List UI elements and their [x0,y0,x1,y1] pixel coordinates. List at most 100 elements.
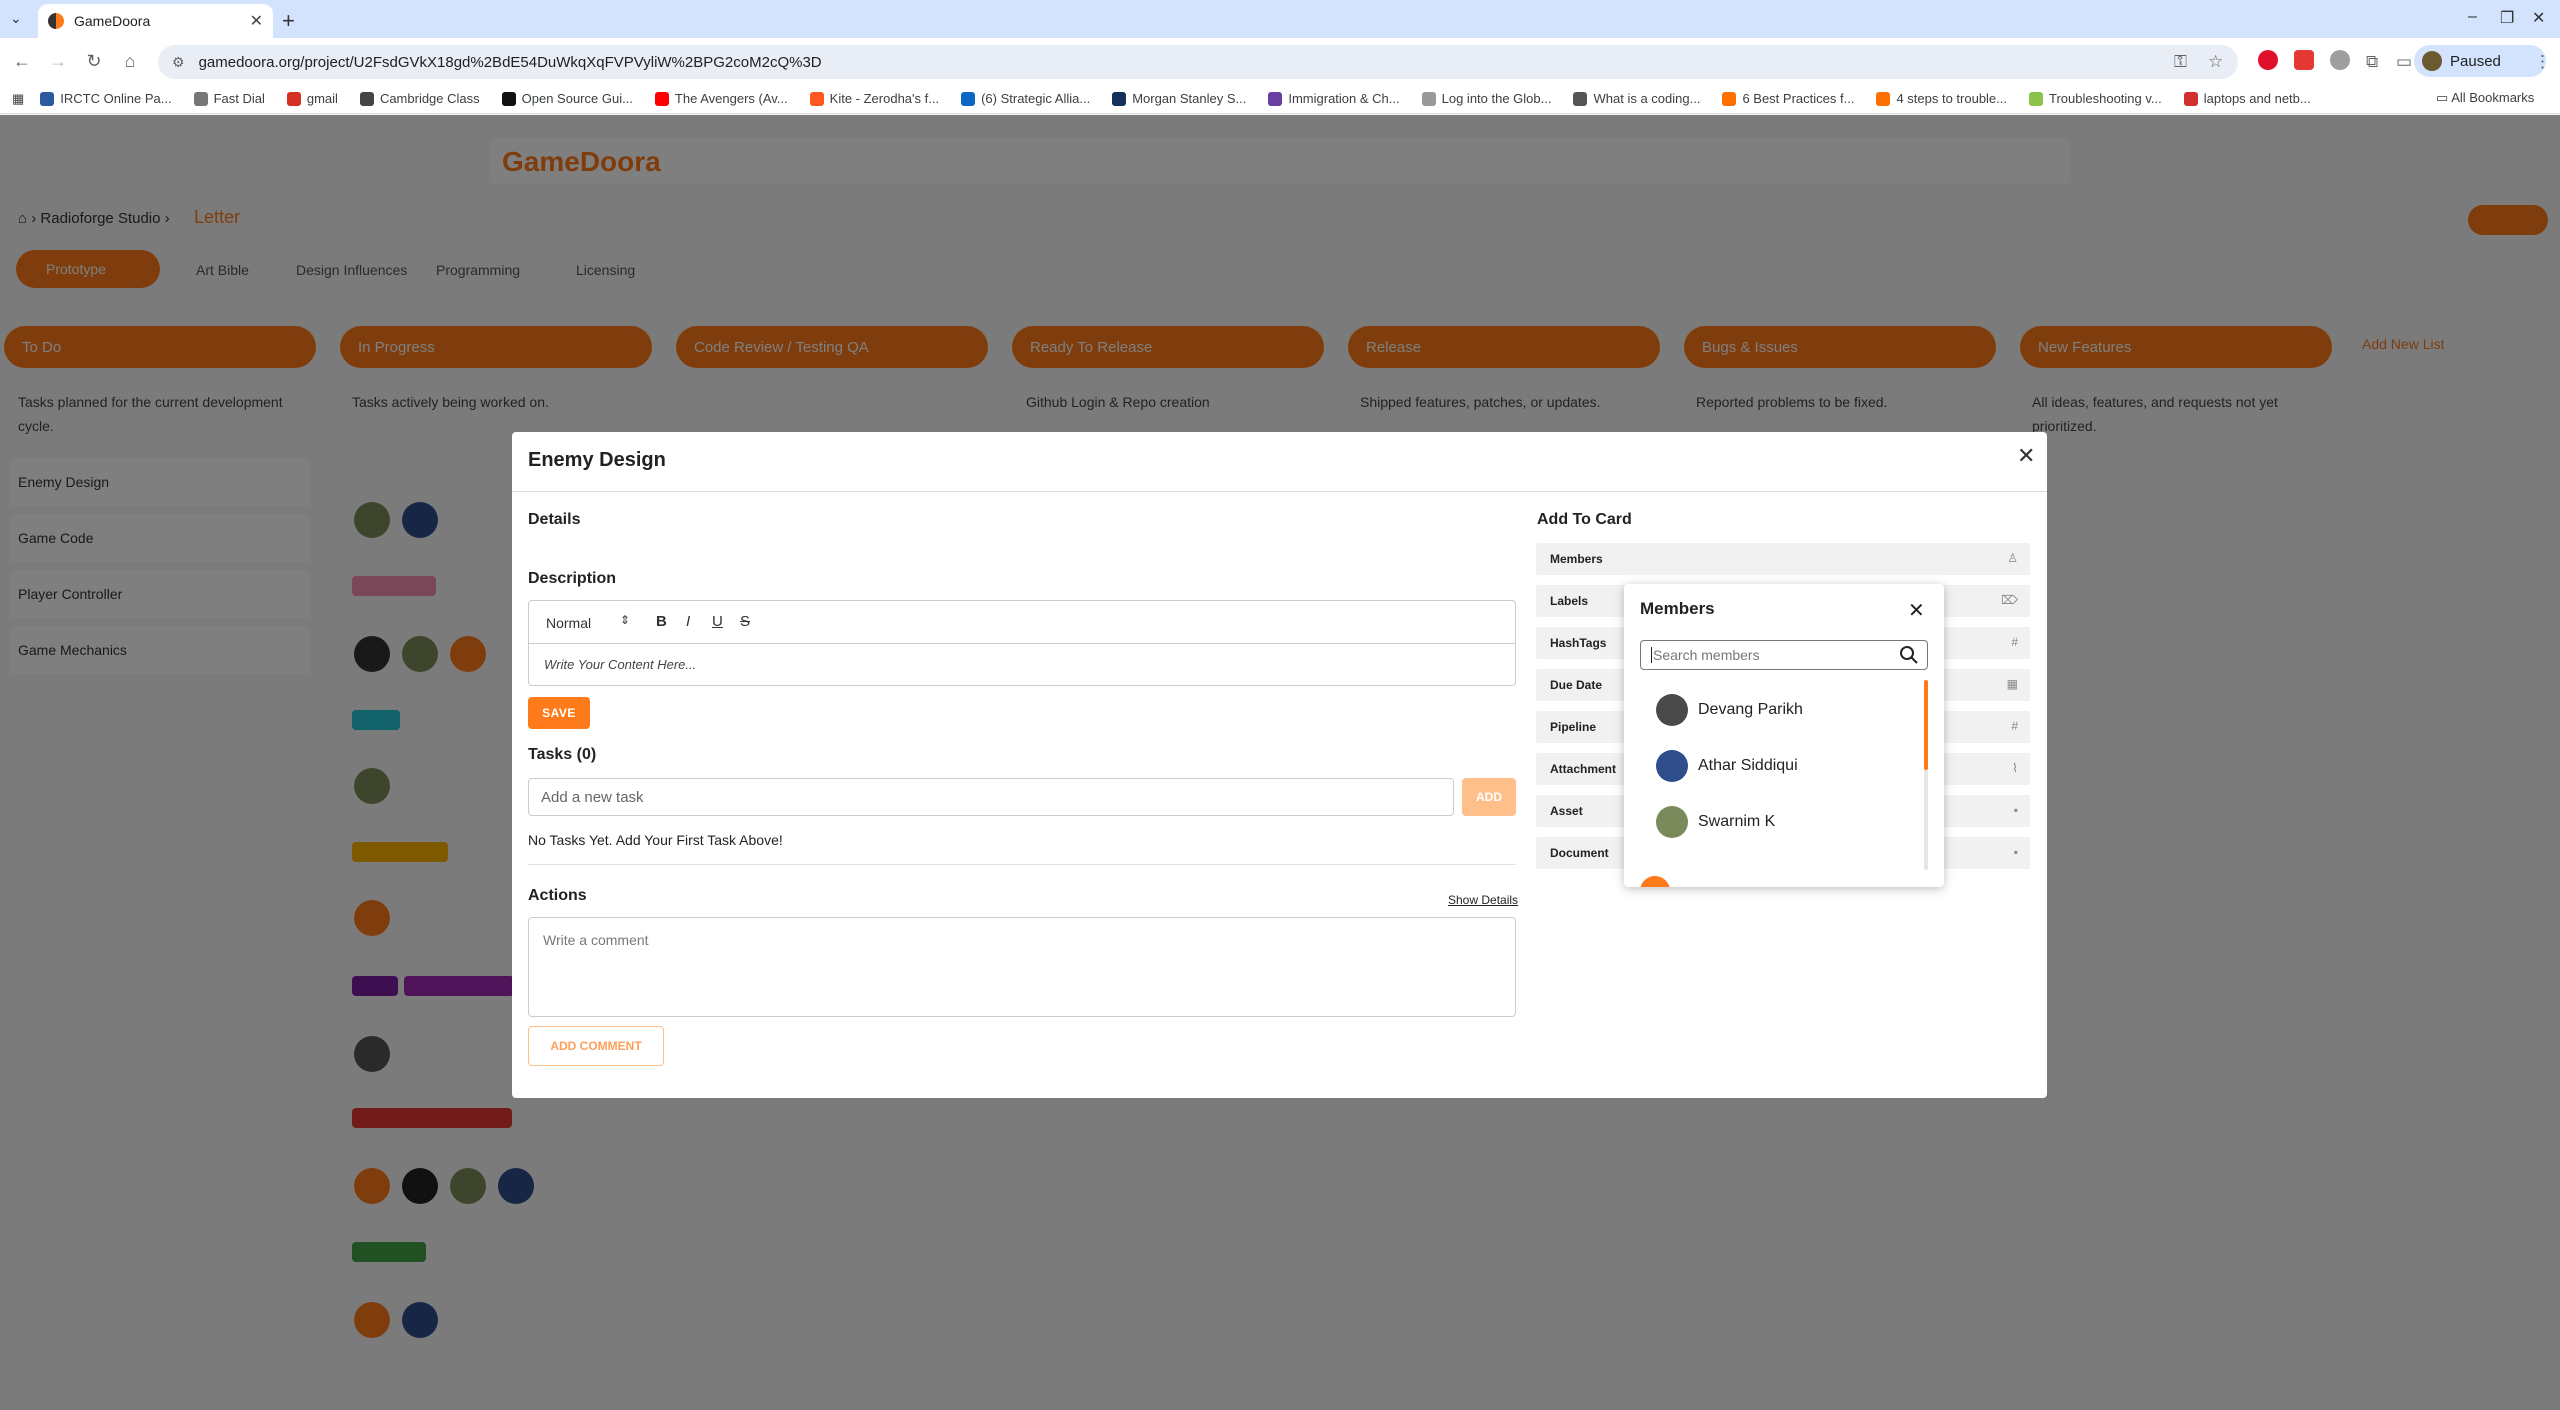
tab-search-icon[interactable]: ⌄ [10,10,30,30]
bookmark-label: IRCTC Online Pa... [60,91,172,106]
bookmark-item[interactable]: The Avengers (Av... [654,91,788,106]
bookmark-label: Morgan Stanley S... [1132,91,1247,106]
new-tab-icon[interactable]: + [282,8,295,34]
bookmark-item[interactable]: gmail [286,91,338,106]
key-icon[interactable]: ⚿ [2174,52,2187,72]
bookmark-item[interactable]: Cambridge Class [359,91,480,106]
new-task-input[interactable]: Add a new task [528,778,1454,816]
bookmark-item[interactable]: 4 steps to trouble... [1876,91,2007,106]
asset-label: Asset [1550,804,1583,818]
bookmark-item[interactable]: (6) Strategic Allia... [961,91,1090,106]
bookmark-item[interactable]: Troubleshooting v... [2029,91,2162,106]
bookmark-item[interactable]: What is a coding... [1573,91,1700,106]
show-details-link[interactable]: Show Details [1448,893,1518,907]
sidepanel-icon[interactable]: ▭ [2396,52,2412,72]
members-scrollbar-thumb[interactable] [1924,680,1928,770]
save-button[interactable]: SAVE [528,697,590,729]
profile-paused-button[interactable]: Paused [2414,45,2546,77]
browser-tab[interactable]: GameDoora ✕ [38,4,273,38]
apps-grid-icon[interactable]: ▦ [12,91,24,107]
tasks-heading: Tasks (0) [528,746,597,763]
italic-button[interactable]: I [686,613,690,630]
all-bookmarks[interactable]: ▭ All Bookmarks [2436,90,2534,106]
add-task-button[interactable]: ADD [1462,778,1516,816]
site-info-icon[interactable]: ⚙ [172,54,185,71]
modal-title: Enemy Design [528,449,666,471]
member-option[interactable]: Swarnim K [1656,802,1775,842]
format-select[interactable]: Normal [546,615,591,631]
reload-icon[interactable]: ↻ [76,51,112,72]
bookmark-label: Open Source Gui... [521,91,633,106]
member-option[interactable]: Devang Parikh [1656,690,1803,730]
bookmark-label: Fast Dial [213,91,265,106]
popover-close-icon[interactable]: ✕ [1908,598,1925,623]
add-members-button[interactable]: Members ♙ [1536,543,2030,575]
add-to-card-heading: Add To Card [1537,511,1632,528]
select-arrows-icon[interactable]: ⇕ [620,613,630,627]
bold-button[interactable]: B [656,613,667,630]
minimize-icon[interactable]: – [2468,8,2477,26]
window-close-icon[interactable]: ✕ [2532,8,2545,28]
members-label: Members [1550,552,1603,566]
address-bar[interactable]: ⚙ gamedoora.org/project/U2FsdGVkX18gd%2B… [158,45,2238,79]
description-heading: Description [528,570,617,587]
opera-extension-icon[interactable] [2258,50,2278,70]
text-caret [1651,647,1652,663]
editor-toolbar [528,600,1516,644]
bookmark-label: 4 steps to trouble... [1896,91,2008,106]
modal-close-icon[interactable]: ✕ [2017,443,2035,469]
bookmark-item[interactable]: laptops and netb... [2183,91,2311,106]
hash-icon: # [2011,635,2018,649]
bookmark-item[interactable]: IRCTC Online Pa... [40,91,172,106]
bookmark-item[interactable]: Morgan Stanley S... [1112,91,1246,106]
due-date-label: Due Date [1550,678,1603,692]
bookmark-favicon-icon [1722,91,1737,106]
tab-strip [0,0,2560,38]
underline-button[interactable]: U [712,613,723,630]
bookmark-label: Kite - Zerodha's f... [829,91,940,106]
home-icon[interactable]: ⌂ [112,51,148,72]
bookmark-favicon-icon [2183,91,2198,106]
tab-close-icon[interactable]: ✕ [250,11,263,31]
restore-icon[interactable]: ❐ [2500,8,2514,28]
bookmark-label: laptops and netb... [2203,91,2311,106]
record-extension-icon[interactable] [2294,50,2314,70]
member-name: Athar Siddiqui [1698,757,1798,774]
bookmark-item[interactable]: Log into the Glob... [1421,91,1552,106]
bookmark-label: Immigration & Ch... [1288,91,1400,106]
search-members-input[interactable]: Search members [1640,640,1928,670]
bookmark-star-icon[interactable]: ☆ [2208,52,2223,72]
search-icon[interactable] [1899,645,1919,665]
forward-icon[interactable]: → [40,51,76,72]
bookmark-item[interactable]: Immigration & Ch... [1268,91,1400,106]
bookmark-item[interactable]: Kite - Zerodha's f... [809,91,940,106]
extensions-puzzle-icon[interactable]: ⧉ [2366,52,2378,72]
bookmark-favicon-icon [961,91,976,106]
bookmark-label: Log into the Glob... [1441,91,1552,106]
comment-input[interactable]: Write a comment [528,917,1516,1017]
bookmark-item[interactable]: Fast Dial [193,91,265,106]
gray-extension-icon[interactable] [2330,50,2350,70]
document-label: Document [1550,846,1609,860]
file-icon: ▪ [2013,845,2018,859]
member-option[interactable]: Athar Siddiqui [1656,746,1798,786]
hashtags-label: HashTags [1550,636,1607,650]
back-icon[interactable]: ← [4,51,40,72]
add-comment-button[interactable]: ADD COMMENT [528,1026,664,1066]
paused-label: Paused [2450,52,2501,70]
all-bookmarks-label: All Bookmarks [2451,90,2535,105]
editor-placeholder[interactable]: Write Your Content Here... [544,657,696,672]
menu-kebab-icon[interactable]: ⋮ [2534,52,2551,72]
bookmark-favicon-icon [2029,91,2044,106]
bookmark-item[interactable]: 6 Best Practices f... [1722,91,1854,106]
attachment-label: Attachment [1550,762,1617,776]
bookmark-favicon-icon [1876,91,1891,106]
member-name: Swarnim K [1698,813,1776,830]
strikethrough-button[interactable]: S [740,613,750,630]
profile-avatar [2422,51,2442,71]
bookmark-favicon-icon [1268,91,1283,106]
bookmark-favicon-icon [654,91,669,106]
pipeline-label: Pipeline [1550,720,1597,734]
bookmark-item[interactable]: Open Source Gui... [501,91,633,106]
bookmark-label: Troubleshooting v... [2049,91,2162,106]
